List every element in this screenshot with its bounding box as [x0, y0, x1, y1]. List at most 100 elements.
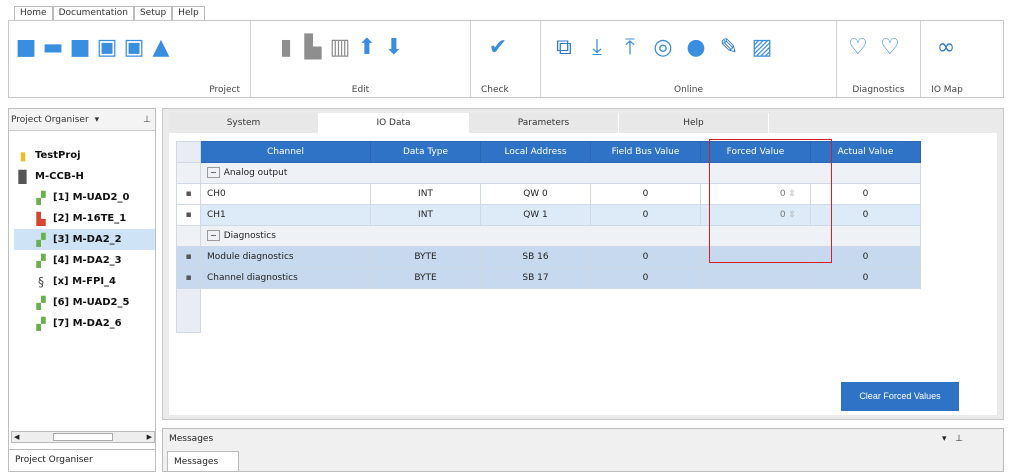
save-as-icon[interactable]: ▣: [123, 33, 145, 63]
menu-setup[interactable]: Setup: [133, 6, 173, 20]
arrow-down-icon[interactable]: ⬇: [383, 33, 405, 63]
upload-icon[interactable]: ⤒: [619, 33, 641, 63]
header-data-type: Data Type: [370, 141, 481, 163]
tree-item-module-selected[interactable]: ▞ [3] M-DA2_2: [14, 229, 155, 250]
module-s-icon: §: [38, 274, 44, 289]
cell-actual: 0: [810, 246, 921, 268]
diagnostics-icon[interactable]: ♡: [847, 33, 869, 63]
collapse-icon[interactable]: −: [207, 167, 220, 178]
collapse-icon[interactable]: −: [207, 230, 220, 241]
messages-tab[interactable]: Messages: [167, 451, 239, 471]
ribbon-group-check: ✔ Check: [471, 21, 541, 97]
tree-item-module[interactable]: § [x] M-FPI_4: [14, 271, 155, 292]
project-organiser-title: Project Organiser: [11, 114, 89, 125]
cell-channel: Module diagnostics: [200, 246, 371, 268]
controller-icon: ▉: [18, 169, 28, 184]
tree-item-project[interactable]: ▮ TestProj: [14, 145, 155, 166]
download-icon[interactable]: ⤓: [586, 33, 608, 63]
io-data-panel: Channel Data Type Local Address Field Bu…: [169, 133, 997, 415]
tree-item-module[interactable]: ▞ [4] M-DA2_3: [14, 250, 155, 271]
forced-value-input[interactable]: 0 ⇳: [700, 204, 811, 226]
pin-icon[interactable]: ⊥: [955, 434, 963, 444]
menu-help[interactable]: Help: [172, 6, 205, 20]
cell-channel: CH1: [200, 204, 371, 226]
arrow-up-icon[interactable]: ⬆: [356, 33, 378, 63]
project-icon: ▮: [19, 148, 27, 163]
tree-item-module[interactable]: ▞ [7] M-DA2_6: [14, 313, 155, 334]
empty-row: [176, 288, 921, 333]
cell-fieldbus: 0: [590, 267, 701, 289]
messages-header: Messages ▾ ⊥: [163, 429, 1003, 449]
cell-address: SB 17: [480, 267, 591, 289]
table-row[interactable]: ▪ Channel diagnostics BYTE SB 17 0 0: [176, 267, 921, 289]
forced-value-input[interactable]: 0 ⇳: [700, 183, 811, 205]
tab-help[interactable]: Help: [619, 113, 769, 133]
open-folder-icon[interactable]: ■: [15, 33, 37, 63]
project-tree: ▮ TestProj ▉ M-CCB-H ▞ [1] M-UAD2_0 ▙ [2] M-…: [9, 131, 155, 334]
cell-type: BYTE: [370, 267, 481, 289]
ribbon-group-label: Diagnostics: [852, 85, 905, 95]
folder-icon[interactable]: ▬: [42, 33, 64, 63]
ribbon-group-label: Check: [481, 85, 509, 95]
tree-item-module[interactable]: ▙ [2] M-16TE_1: [14, 208, 155, 229]
edit-icon[interactable]: ▨: [751, 33, 773, 63]
cell-fieldbus: 0: [590, 204, 701, 226]
clear-forced-values-button[interactable]: Clear Forced Values: [841, 382, 959, 411]
ribbon-toolbar: ■ ▬ ■ ▣ ▣ ▲ Project ▮ ▙ ▥ ⬆ ⬇ Edit ✔ Che…: [8, 20, 1004, 98]
header-field-bus-value: Field Bus Value: [590, 141, 701, 163]
connect-icon[interactable]: ⧉: [553, 33, 575, 63]
module-green-icon: ▞: [36, 190, 46, 205]
menu-home[interactable]: Home: [14, 6, 53, 20]
header-forced-value: Forced Value: [700, 141, 811, 163]
ribbon-group-label: Edit: [351, 85, 370, 95]
cell-actual: 0: [810, 267, 921, 289]
settings-circle-icon[interactable]: ◎: [652, 33, 674, 63]
tab-io-data[interactable]: IO Data: [319, 113, 469, 133]
messages-controls: ▾ ⊥: [942, 429, 963, 449]
ribbon-group-label: Online: [673, 85, 704, 95]
header-local-address: Local Address: [480, 141, 591, 163]
dropdown-arrow-icon[interactable]: ▾: [942, 434, 947, 444]
ribbon-group-label: Project: [209, 85, 240, 95]
pin-icon[interactable]: ⊥: [143, 115, 151, 125]
link-icon[interactable]: ∞: [935, 33, 957, 63]
table-row[interactable]: ▪ Module diagnostics BYTE SB 16 0 0: [176, 246, 921, 268]
copy-icon[interactable]: ▮: [275, 33, 297, 63]
table-row[interactable]: ▪ CH1 INT QW 1 0 0 ⇳ 0: [176, 204, 921, 226]
group-row-diagnostics[interactable]: − Diagnostics: [176, 225, 921, 247]
group-row-analog-output[interactable]: − Analog output: [176, 162, 921, 184]
check-icon[interactable]: ✔: [487, 33, 509, 63]
spinner-icon[interactable]: ⇳: [788, 210, 796, 220]
menu-documentation[interactable]: Documentation: [52, 6, 134, 20]
horizontal-scrollbar[interactable]: ◀ ▶: [11, 431, 155, 443]
cell-type: INT: [370, 183, 481, 205]
scroll-left-icon[interactable]: ◀: [14, 433, 19, 441]
cell-fieldbus: 0: [590, 183, 701, 205]
delete-icon[interactable]: ▥: [329, 33, 351, 63]
row-marker: ▪: [176, 183, 201, 205]
cell-actual: 0: [810, 183, 921, 205]
tree-item-module[interactable]: ▞ [6] M-UAD2_5: [14, 292, 155, 313]
paste-icon[interactable]: ▙: [302, 33, 324, 63]
save-icon[interactable]: ▣: [96, 33, 118, 63]
table-row[interactable]: ▪ CH0 INT QW 0 0 0 ⇳ 0: [176, 183, 921, 205]
tab-parameters[interactable]: Parameters: [469, 113, 619, 133]
spinner-icon[interactable]: ⇳: [788, 189, 796, 199]
tree-item-controller[interactable]: ▉ M-CCB-H: [14, 166, 155, 187]
project-folder-icon[interactable]: ■: [69, 33, 91, 63]
scroll-right-icon[interactable]: ▶: [147, 433, 152, 441]
wrench-icon[interactable]: ✎: [718, 33, 740, 63]
cell-type: BYTE: [370, 246, 481, 268]
cell-channel: CH0: [200, 183, 371, 205]
tab-bar: System IO Data Parameters Help: [169, 113, 769, 133]
project-organiser-footer-tab[interactable]: Project Organiser: [9, 449, 155, 471]
info-icon[interactable]: ●: [685, 33, 707, 63]
lock-icon[interactable]: ▲: [150, 33, 172, 63]
scroll-thumb[interactable]: [53, 433, 113, 441]
ribbon-group-project: ■ ▬ ■ ▣ ▣ ▲ Project: [9, 21, 251, 97]
dropdown-arrow-icon[interactable]: ▾: [95, 115, 100, 125]
tab-system[interactable]: System: [169, 113, 319, 133]
cell-type: INT: [370, 204, 481, 226]
tree-item-module[interactable]: ▞ [1] M-UAD2_0: [14, 187, 155, 208]
diagnostics-2-icon[interactable]: ♡: [879, 33, 901, 63]
